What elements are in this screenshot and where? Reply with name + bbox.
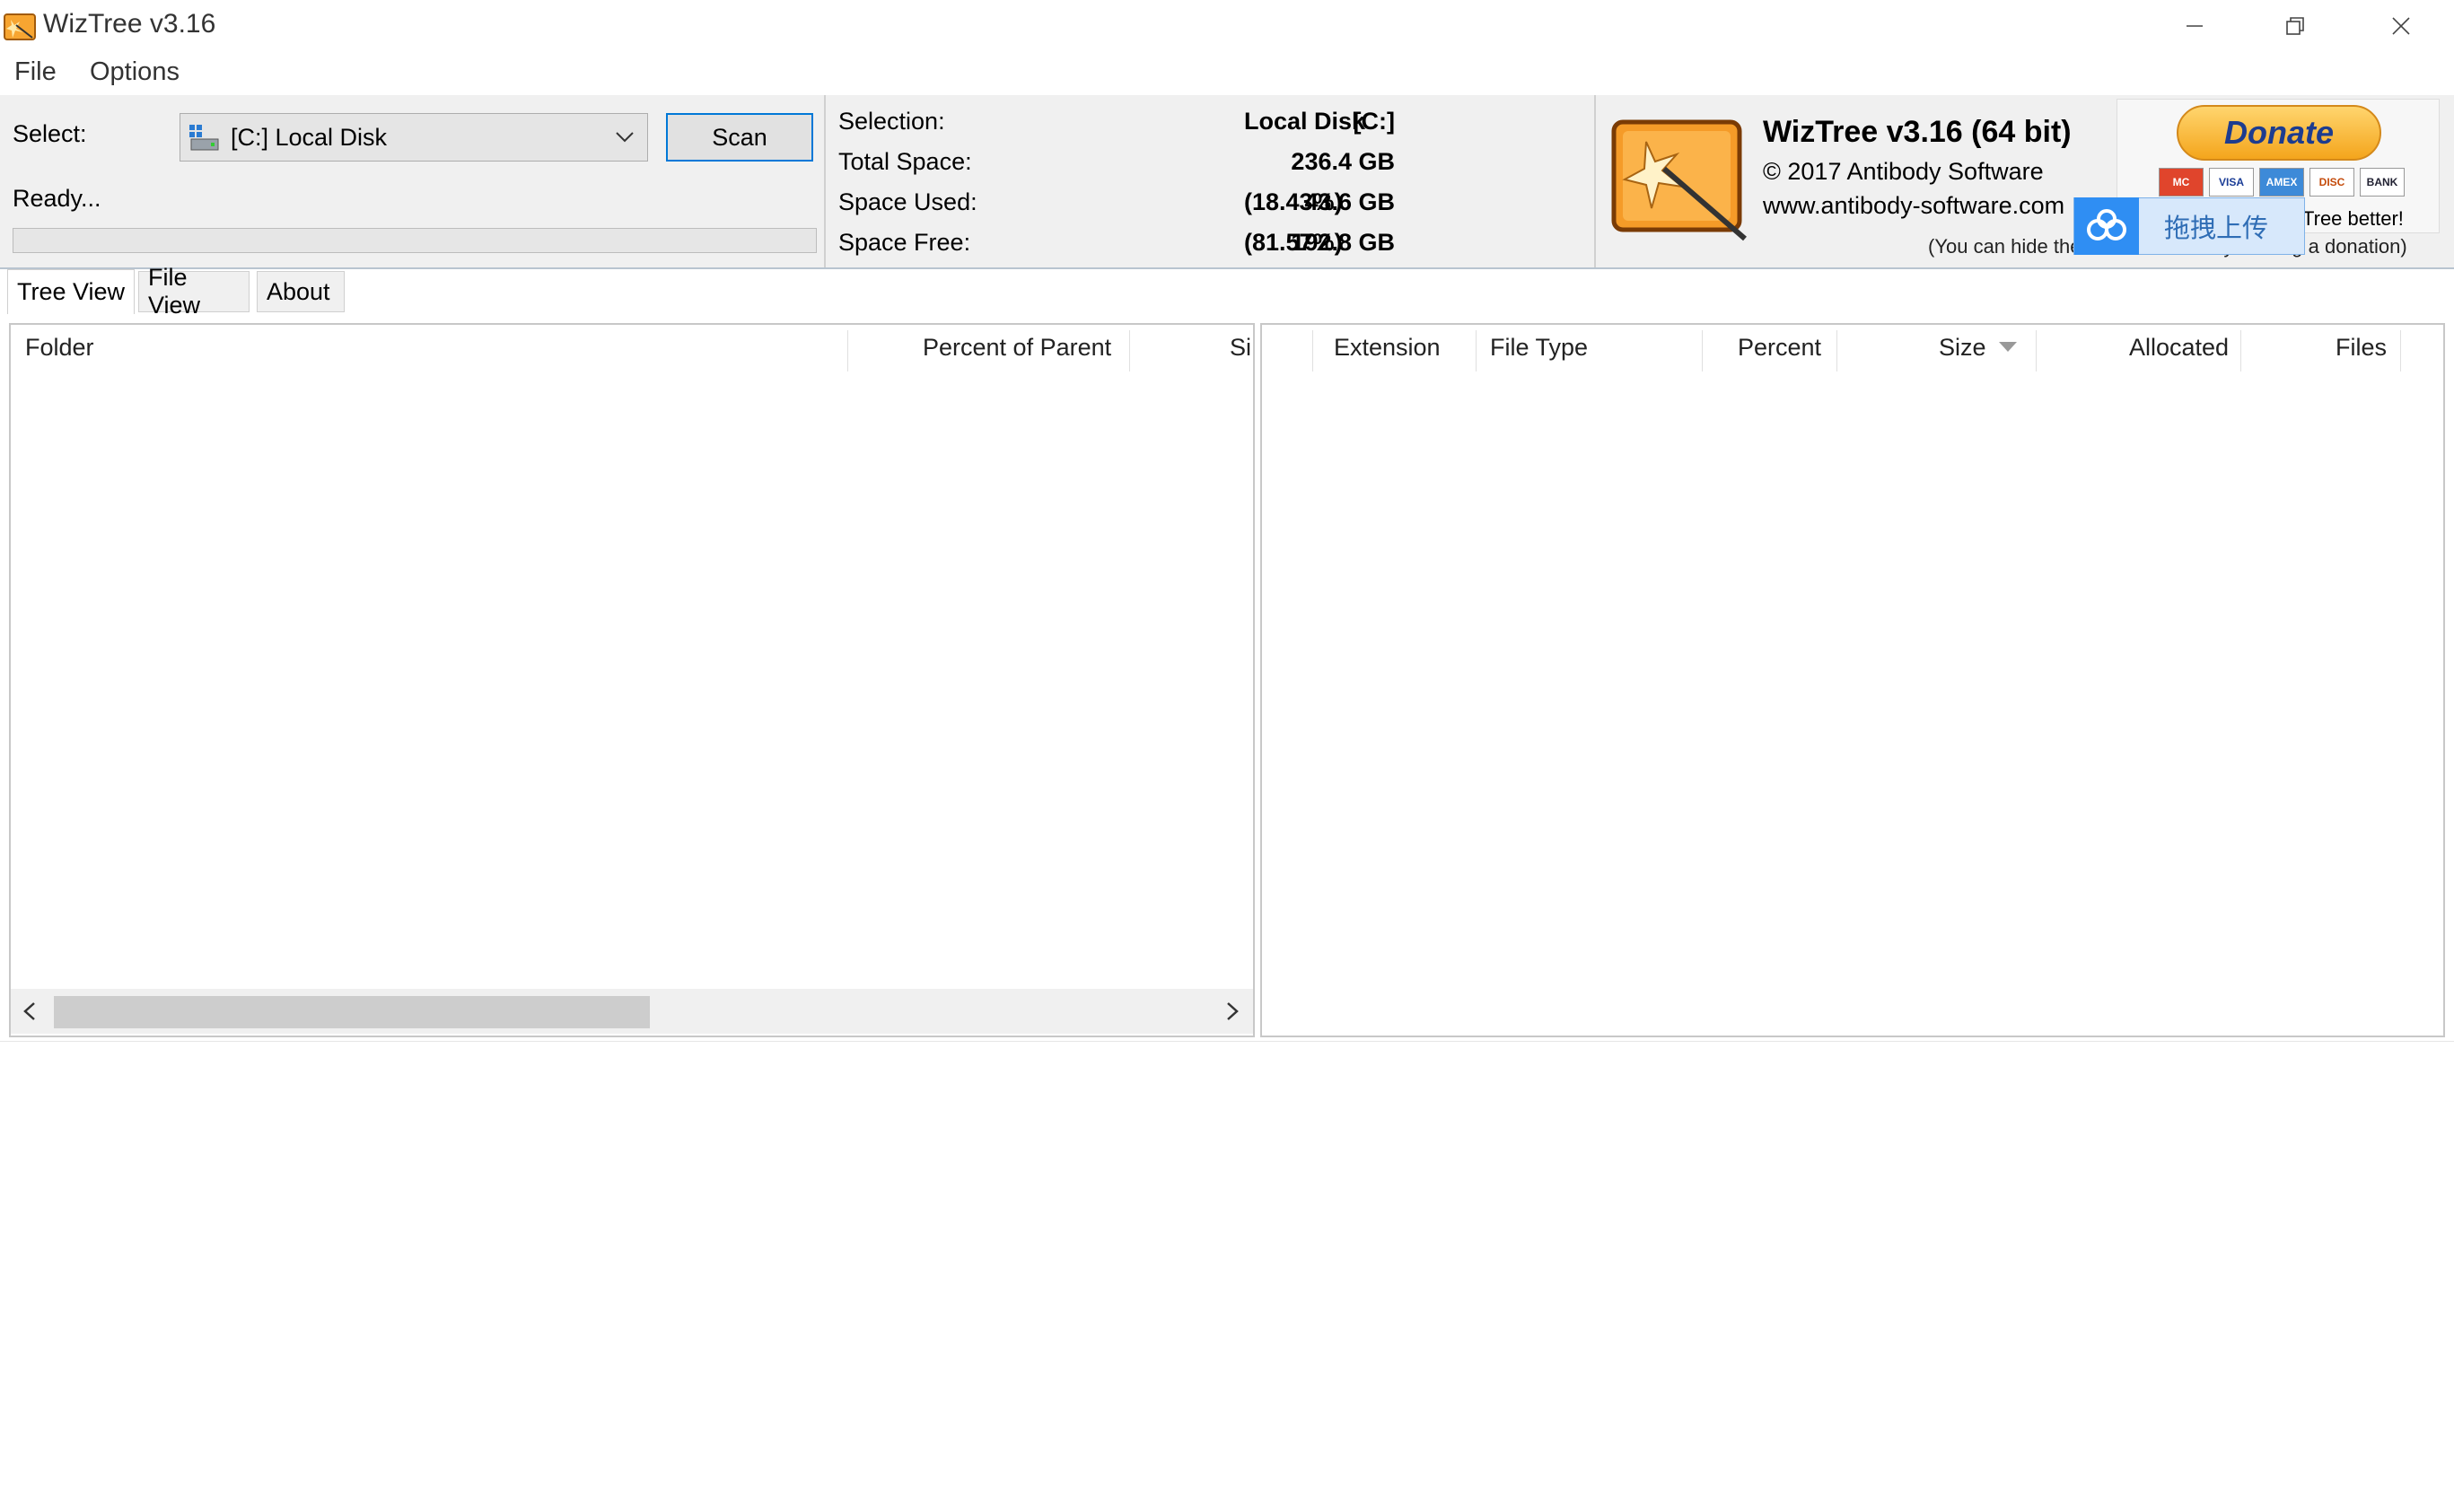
column-divider bbox=[1312, 330, 1313, 371]
selection-name: Local Disk bbox=[1244, 108, 1366, 135]
donate-button[interactable]: Donate bbox=[2177, 105, 2381, 161]
drive-select-value: [C:] Local Disk bbox=[231, 123, 388, 151]
visa-icon: VISA bbox=[2209, 168, 2254, 197]
column-divider bbox=[2036, 330, 2037, 371]
column-file-type[interactable]: File Type bbox=[1490, 334, 1588, 362]
treemap-area[interactable] bbox=[0, 1041, 2454, 1512]
total-space-value: 236.4 GB bbox=[1291, 148, 1395, 175]
sort-descending-icon bbox=[1998, 341, 2018, 358]
column-divider bbox=[1129, 330, 1130, 371]
drive-select[interactable]: [C:] Local Disk bbox=[180, 113, 648, 162]
amex-icon: AMEX bbox=[2259, 168, 2304, 197]
space-free-label: Space Free: bbox=[838, 229, 971, 256]
restore-icon bbox=[2286, 17, 2304, 35]
menu-options[interactable]: Options bbox=[83, 57, 187, 87]
column-size[interactable]: Si bbox=[1230, 334, 1251, 362]
space-free-percent: (81.57%) bbox=[1244, 229, 1343, 256]
column-size-header[interactable]: Size bbox=[1939, 334, 1986, 362]
divider bbox=[824, 95, 826, 267]
about-url-link[interactable]: www.antibody-software.com bbox=[1763, 192, 2064, 220]
donate-text: Tree better! bbox=[2302, 207, 2404, 230]
space-free-row: Space Free: 192.8 GB (81.57%) bbox=[838, 229, 1592, 265]
scrollbar-thumb[interactable] bbox=[54, 996, 650, 1028]
close-button[interactable] bbox=[2348, 0, 2454, 52]
tab-about[interactable]: About bbox=[257, 271, 345, 312]
menu-file[interactable]: File bbox=[7, 57, 64, 87]
chevron-down-icon bbox=[613, 125, 636, 153]
column-files[interactable]: Files bbox=[2336, 334, 2387, 362]
column-allocated[interactable]: Allocated bbox=[2129, 334, 2229, 362]
column-divider bbox=[2400, 330, 2401, 371]
title-bar: WizTree v3.16 bbox=[0, 0, 2454, 53]
scroll-left-icon[interactable] bbox=[20, 1000, 39, 1027]
scan-button[interactable]: Scan bbox=[666, 113, 813, 162]
selection-label: Selection: bbox=[838, 108, 945, 135]
select-label: Select: bbox=[13, 120, 87, 147]
column-folder[interactable]: Folder bbox=[25, 334, 94, 362]
column-divider bbox=[847, 330, 848, 371]
drive-icon bbox=[188, 121, 220, 153]
close-icon bbox=[2392, 17, 2410, 35]
column-divider bbox=[1702, 330, 1703, 371]
tab-file-view[interactable]: File View bbox=[138, 264, 250, 319]
bank-icon: BANK bbox=[2360, 168, 2405, 197]
total-space-row: Total Space: 236.4 GB bbox=[838, 148, 1592, 184]
scroll-right-icon[interactable] bbox=[1223, 1000, 1242, 1027]
horizontal-scrollbar[interactable] bbox=[11, 989, 1253, 1034]
scan-progress-bar bbox=[13, 228, 817, 253]
column-divider bbox=[2240, 330, 2241, 371]
column-divider bbox=[1836, 330, 1837, 371]
restore-button[interactable] bbox=[2242, 0, 2348, 52]
cloud-upload-icon bbox=[2074, 197, 2139, 255]
divider bbox=[1594, 95, 1596, 267]
menu-bar: File Options bbox=[0, 52, 2454, 96]
space-used-label: Space Used: bbox=[838, 188, 977, 215]
column-percent-of-parent[interactable]: Percent of Parent bbox=[923, 334, 1111, 362]
wiztree-logo bbox=[1610, 115, 1750, 242]
status-text: Ready... bbox=[13, 185, 101, 212]
column-divider bbox=[1476, 330, 1477, 371]
mastercard-icon: MC bbox=[2159, 168, 2204, 197]
minimize-button[interactable] bbox=[2142, 0, 2248, 52]
file-types-pane[interactable]: Extension File Type Percent Size Allocat… bbox=[1260, 323, 2445, 1037]
minimize-icon bbox=[2187, 25, 2203, 27]
wiztree-app-icon bbox=[4, 11, 36, 41]
discover-icon: DISC bbox=[2309, 168, 2354, 197]
column-percent[interactable]: Percent bbox=[1738, 334, 1821, 362]
total-space-label: Total Space: bbox=[838, 148, 972, 175]
column-extension[interactable]: Extension bbox=[1334, 334, 1441, 362]
about-copyright: © 2017 Antibody Software bbox=[1763, 158, 2044, 185]
about-title: WizTree v3.16 (64 bit) bbox=[1763, 115, 2072, 149]
space-used-row: Space Used: 43.6 GB (18.43%) bbox=[838, 188, 1592, 224]
tree-view-pane[interactable]: Folder Percent of Parent Si bbox=[9, 323, 1255, 1037]
space-used-percent: (18.43%) bbox=[1244, 188, 1343, 215]
tab-tree-view[interactable]: Tree View bbox=[7, 269, 136, 314]
window-title: WizTree v3.16 bbox=[43, 9, 216, 39]
upload-overlay-label: 拖拽上传 bbox=[2164, 213, 2269, 243]
selection-row: Selection: [C:] Local Disk bbox=[838, 108, 1592, 144]
upload-overlay[interactable]: 拖拽上传 bbox=[2073, 197, 2305, 255]
